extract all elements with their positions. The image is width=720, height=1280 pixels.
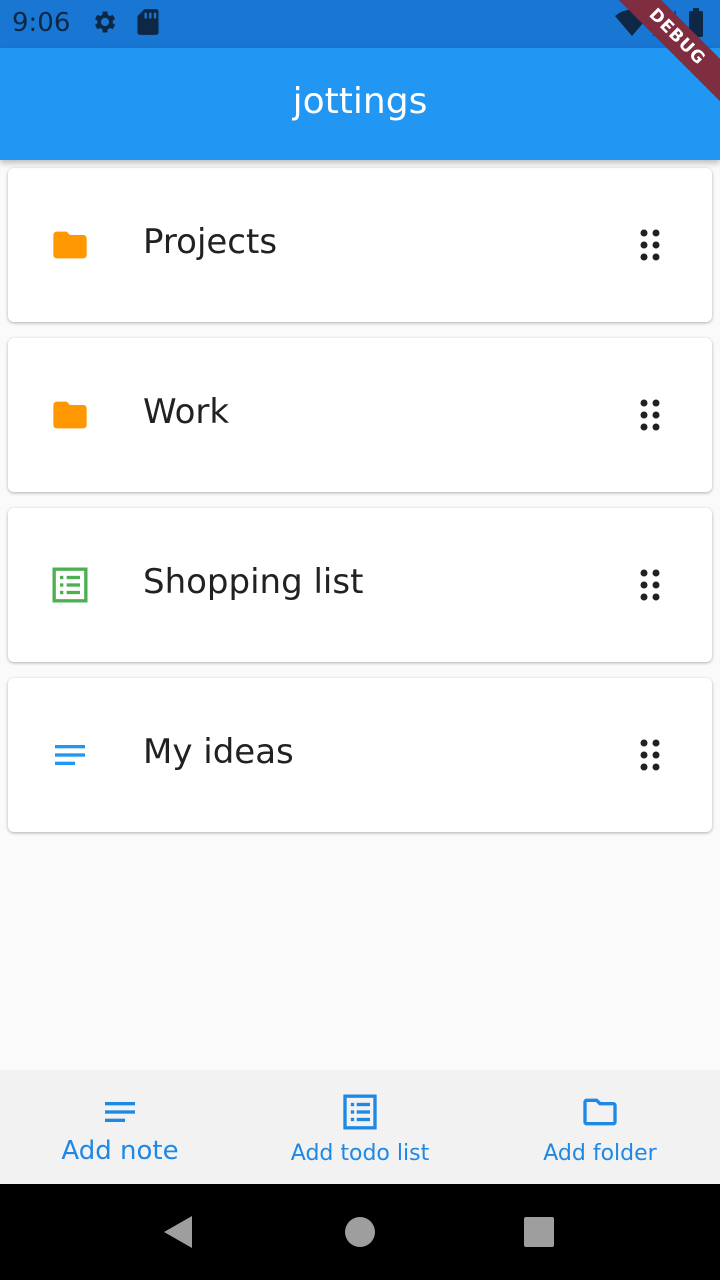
folder-icon xyxy=(53,231,87,259)
notes-icon xyxy=(55,745,85,765)
add-folder-label: Add folder xyxy=(543,1141,657,1166)
item-label: Shopping list xyxy=(143,562,364,602)
drag-handle-icon[interactable] xyxy=(634,395,666,435)
notes-icon xyxy=(105,1102,135,1122)
checklist-icon xyxy=(52,567,88,603)
checklist-icon xyxy=(343,1094,377,1130)
bottom-action-bar: Add note Add todo list Add folder xyxy=(0,1070,720,1184)
add-todo-list-button[interactable]: Add todo list xyxy=(240,1070,480,1184)
system-nav-bar xyxy=(0,1184,720,1280)
drag-handle-icon[interactable] xyxy=(634,225,666,265)
app-bar: jottings xyxy=(0,48,720,160)
folder-outline-icon xyxy=(583,1098,617,1126)
list-item[interactable]: My ideas xyxy=(8,678,712,832)
item-label: Projects xyxy=(143,222,278,262)
add-todo-list-label: Add todo list xyxy=(290,1141,430,1166)
list-item[interactable]: Projects xyxy=(8,168,712,322)
add-note-button[interactable]: Add note xyxy=(0,1070,240,1184)
status-bar: 9:06 xyxy=(0,0,720,48)
list-item[interactable]: Work xyxy=(8,338,712,492)
status-time: 9:06 xyxy=(12,8,71,38)
back-icon[interactable] xyxy=(160,1214,196,1250)
folder-icon xyxy=(53,401,87,429)
item-label: My ideas xyxy=(143,732,294,772)
add-note-label: Add note xyxy=(61,1136,179,1166)
settings-icon xyxy=(95,11,116,33)
list-item[interactable]: Shopping list xyxy=(8,508,712,662)
app-title: jottings xyxy=(292,81,428,122)
drag-handle-icon[interactable] xyxy=(634,565,666,605)
drag-handle-icon[interactable] xyxy=(634,735,666,775)
add-folder-button[interactable]: Add folder xyxy=(480,1070,720,1184)
recents-icon[interactable] xyxy=(522,1215,556,1249)
sd-card-icon xyxy=(137,9,159,35)
item-label: Work xyxy=(143,392,230,432)
home-icon[interactable] xyxy=(342,1214,378,1250)
